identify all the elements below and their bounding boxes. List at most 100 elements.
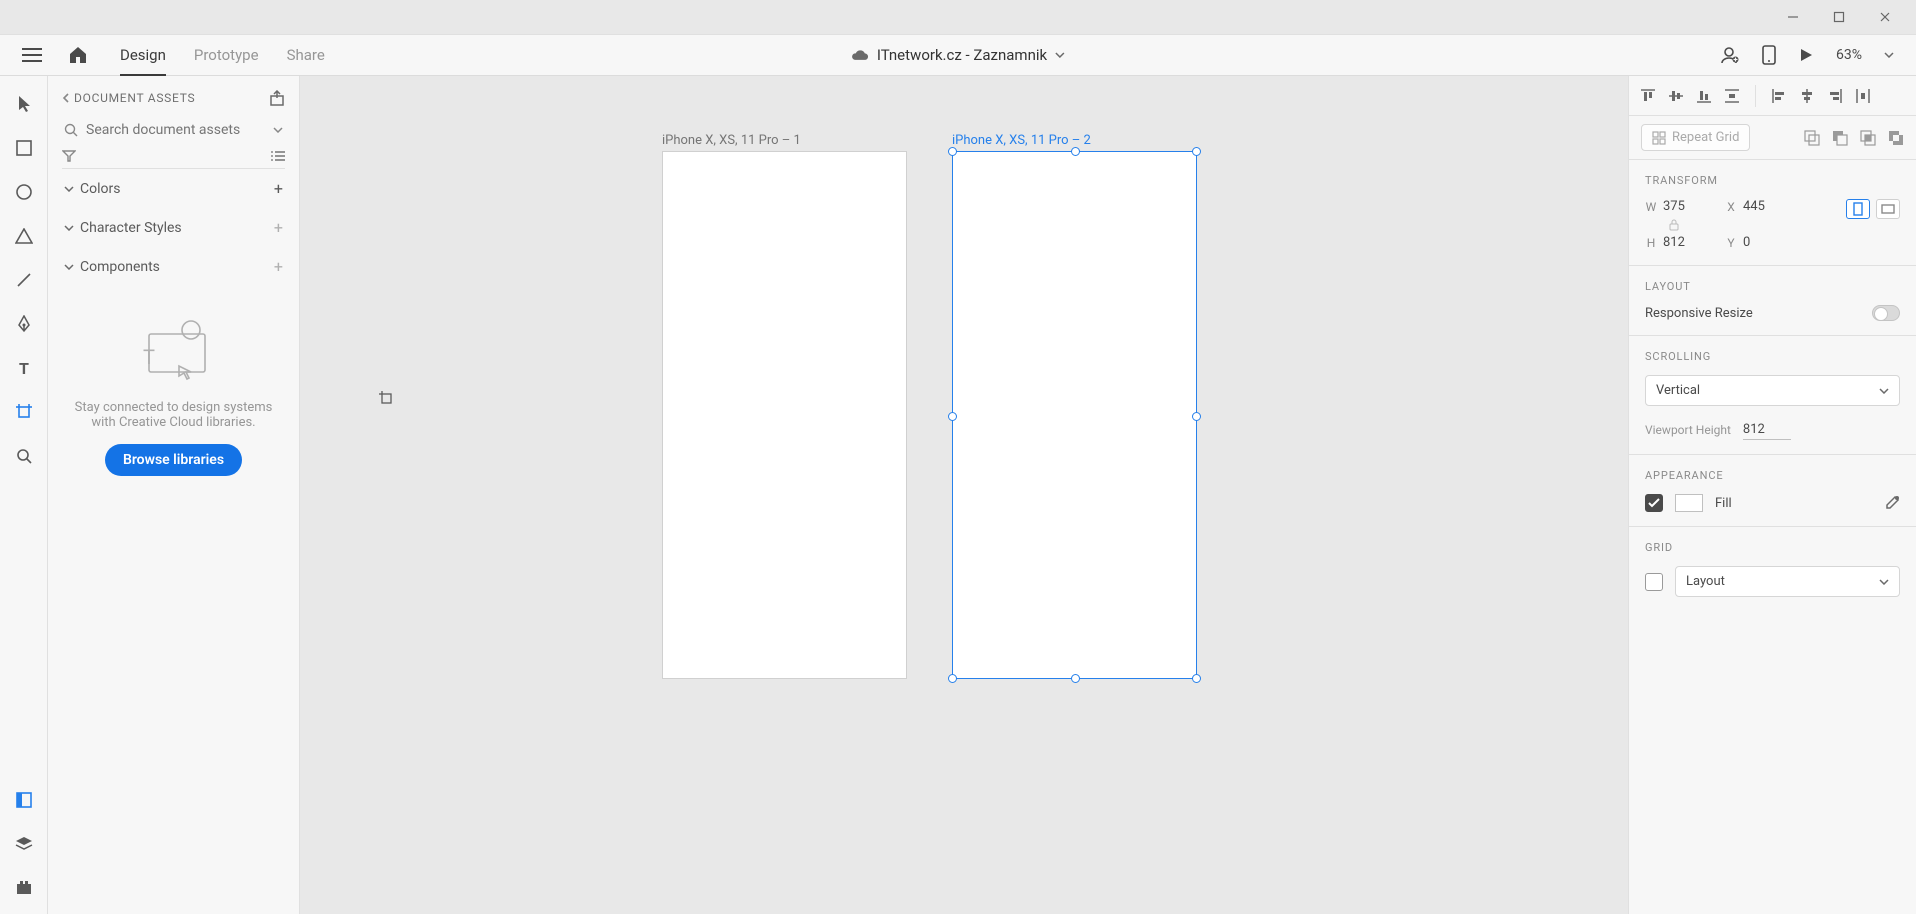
selection-handle[interactable] <box>1192 147 1201 156</box>
assets-panel-toggle[interactable] <box>8 784 40 816</box>
repeat-grid-icon <box>1652 131 1666 145</box>
cloud-icon <box>851 48 869 62</box>
appearance-title: APPEARANCE <box>1645 469 1900 482</box>
layers-panel-toggle[interactable] <box>8 828 40 860</box>
tab-prototype[interactable]: Prototype <box>194 36 259 75</box>
align-left-icon[interactable] <box>1770 87 1788 105</box>
artboard-tool[interactable] <box>8 396 40 428</box>
section-components[interactable]: Components + <box>62 247 285 286</box>
repeat-grid-button[interactable]: Repeat Grid <box>1641 124 1750 151</box>
selection-handle[interactable] <box>1192 674 1201 683</box>
text-tool[interactable]: T <box>8 352 40 384</box>
viewport-height-input[interactable] <box>1743 420 1791 440</box>
distribute-v-icon[interactable] <box>1723 87 1741 105</box>
polygon-tool[interactable] <box>8 220 40 252</box>
select-tool[interactable] <box>8 88 40 120</box>
grid-checkbox[interactable] <box>1645 573 1663 591</box>
bool-subtract-icon[interactable] <box>1832 130 1848 146</box>
invite-icon[interactable] <box>1720 45 1740 65</box>
align-right-icon[interactable] <box>1826 87 1844 105</box>
selection-handle[interactable] <box>948 674 957 683</box>
line-tool[interactable] <box>8 264 40 296</box>
lock-aspect-icon[interactable] <box>1669 219 1681 231</box>
layout-title: LAYOUT <box>1645 280 1900 293</box>
align-top-icon[interactable] <box>1639 87 1657 105</box>
fill-checkbox[interactable] <box>1645 494 1663 512</box>
bool-intersect-icon[interactable] <box>1860 130 1876 146</box>
align-v-center-icon[interactable] <box>1667 87 1685 105</box>
svg-text:T: T <box>143 345 155 369</box>
chevron-down-icon <box>64 186 74 192</box>
transform-title: TRANSFORM <box>1645 174 1900 187</box>
assets-panel: DOCUMENT ASSETS Colors + Character Style… <box>48 76 300 914</box>
add-component-button[interactable]: + <box>274 257 283 276</box>
selection-handle[interactable] <box>1071 147 1080 156</box>
export-icon[interactable] <box>269 90 285 106</box>
canvas[interactable]: iPhone X, XS, 11 Pro – 1 iPhone X, XS, 1… <box>300 76 1628 914</box>
pen-tool[interactable] <box>8 308 40 340</box>
selection-handle[interactable] <box>948 147 957 156</box>
mobile-preview-icon[interactable] <box>1762 45 1776 65</box>
chevron-down-icon <box>1055 52 1065 58</box>
selection-handle[interactable] <box>948 412 957 421</box>
artboard-1-label[interactable]: iPhone X, XS, 11 Pro – 1 <box>662 133 801 148</box>
bool-add-icon[interactable] <box>1804 130 1820 146</box>
chevron-down-icon[interactable] <box>273 127 283 133</box>
cc-libraries-icon: T <box>129 316 219 386</box>
zoom-dropdown[interactable]: 63% <box>1836 47 1862 63</box>
grid-title: GRID <box>1645 541 1900 554</box>
responsive-resize-toggle[interactable] <box>1872 305 1900 321</box>
add-character-style-button[interactable]: + <box>274 218 283 237</box>
list-view-icon[interactable] <box>271 150 285 162</box>
document-title[interactable]: ITnetwork.cz - Zaznamnik <box>851 46 1065 64</box>
browse-libraries-button[interactable]: Browse libraries <box>105 444 242 476</box>
cc-libraries-empty: T Stay connected to design systems with … <box>62 316 285 476</box>
tool-sidebar: T <box>0 76 48 914</box>
assets-back[interactable]: DOCUMENT ASSETS <box>62 91 195 105</box>
ellipse-tool[interactable] <box>8 176 40 208</box>
align-h-center-icon[interactable] <box>1798 87 1816 105</box>
artboard-2-label[interactable]: iPhone X, XS, 11 Pro – 2 <box>952 133 1091 148</box>
height-input[interactable] <box>1663 235 1703 251</box>
inspector: Repeat Grid TRANSFORM W X H <box>1628 76 1916 914</box>
bool-exclude-icon[interactable] <box>1888 130 1904 146</box>
landscape-button[interactable] <box>1876 199 1900 219</box>
selection-handle[interactable] <box>1071 674 1080 683</box>
align-bottom-icon[interactable] <box>1695 87 1713 105</box>
distribute-h-icon[interactable] <box>1854 87 1872 105</box>
section-colors[interactable]: Colors + <box>62 169 285 208</box>
add-color-button[interactable]: + <box>274 179 283 198</box>
tab-design[interactable]: Design <box>120 36 166 76</box>
filter-icon[interactable] <box>62 150 76 162</box>
grid-type-select[interactable]: Layout <box>1675 566 1900 597</box>
assets-search-input[interactable] <box>86 122 265 138</box>
window-titlebar <box>0 0 1916 34</box>
y-input[interactable] <box>1743 235 1783 251</box>
artboard-2[interactable] <box>952 151 1197 679</box>
menubar: Design Prototype Share ITnetwork.cz - Za… <box>0 34 1916 76</box>
fill-color-swatch[interactable] <box>1675 494 1703 512</box>
chevron-down-icon[interactable] <box>1884 52 1894 58</box>
section-character-styles[interactable]: Character Styles + <box>62 208 285 247</box>
tab-share[interactable]: Share <box>287 36 325 75</box>
rectangle-tool[interactable] <box>8 132 40 164</box>
home-icon[interactable] <box>64 41 92 69</box>
width-input[interactable] <box>1663 199 1703 215</box>
selection-handle[interactable] <box>1192 412 1201 421</box>
chevron-down-icon <box>64 225 74 231</box>
artboard-1[interactable] <box>662 151 907 679</box>
eyedropper-icon[interactable] <box>1884 495 1900 511</box>
play-preview-icon[interactable] <box>1798 47 1814 63</box>
plugins-panel-toggle[interactable] <box>8 872 40 904</box>
minimize-button[interactable] <box>1782 6 1804 28</box>
chevron-down-icon <box>64 264 74 270</box>
close-button[interactable] <box>1874 6 1896 28</box>
scrolling-title: SCROLLING <box>1645 350 1900 363</box>
svg-text:T: T <box>19 360 29 376</box>
menu-icon[interactable] <box>18 41 46 69</box>
x-input[interactable] <box>1743 199 1783 215</box>
scroll-direction-select[interactable]: Vertical <box>1645 375 1900 406</box>
maximize-button[interactable] <box>1828 6 1850 28</box>
portrait-button[interactable] <box>1846 199 1870 219</box>
zoom-tool[interactable] <box>8 440 40 472</box>
